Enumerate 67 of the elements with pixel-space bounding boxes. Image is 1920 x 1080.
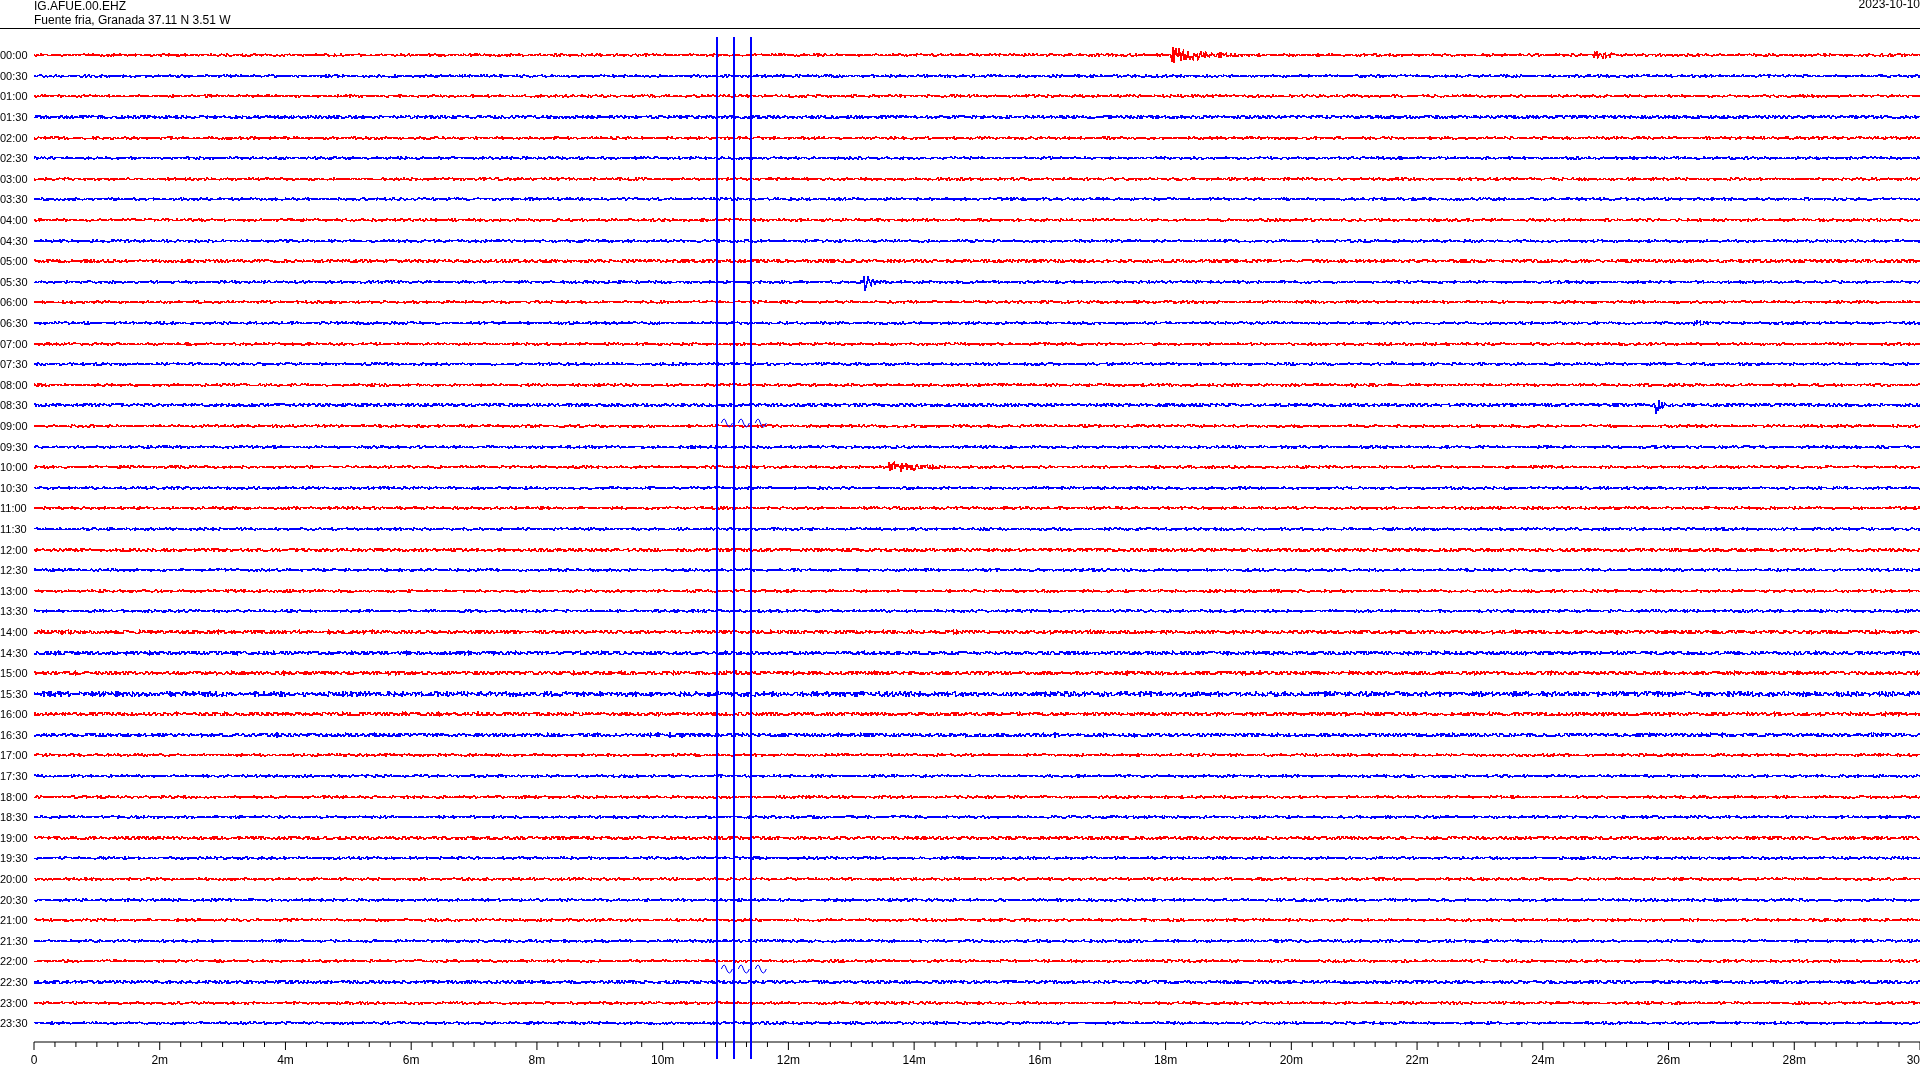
time-label: 01:00 [0,90,29,103]
axis-label: 16m [1028,1052,1052,1067]
time-label: 22:30 [0,976,29,988]
time-label: 07:00 [0,337,29,350]
time-label: 12:30 [0,564,29,577]
axis-label: 18m [1153,1052,1178,1067]
time-label: 00:30 [0,69,29,82]
time-label: 09:00 [0,420,29,432]
time-label: 10:00 [0,461,29,474]
time-label: 19:00 [0,831,29,844]
time-label: 16:00 [0,708,29,721]
time-label: 11:00 [0,502,28,515]
time-label: 14:30 [0,646,29,659]
time-label: 11:30 [0,522,28,535]
axis-label: 2m [151,1052,169,1067]
time-label: 07:30 [0,358,29,371]
time-label: 00:00 [0,49,29,62]
time-label: 17:30 [0,770,29,783]
time-label: 21:00 [0,914,29,927]
time-label: 05:30 [0,275,29,288]
time-label: 14:00 [0,625,29,638]
time-label: 17:00 [0,749,29,762]
time-label: 08:00 [0,378,29,391]
time-label: 15:30 [0,687,29,700]
axis-label: 22m [1405,1052,1429,1067]
time-label: 03:00 [0,172,29,185]
time-label: 20:30 [0,893,29,906]
time-label: 06:30 [0,317,29,329]
time-label: 19:30 [0,852,29,865]
time-label: 01:30 [0,111,29,124]
record-date: 2023-10-10 [1858,0,1920,13]
axis-label: 6m [402,1052,420,1067]
axis-label: 24m [1531,1052,1555,1067]
time-label: 03:30 [0,193,29,206]
time-label: 18:00 [0,790,29,803]
time-label: 04:30 [0,234,29,247]
time-label: 20:00 [0,873,29,886]
time-label: 09:30 [0,440,29,453]
axis-label: 8m [528,1052,546,1067]
time-label: 21:30 [0,934,29,947]
time-label: 06:00 [0,296,29,309]
time-label: 15:00 [0,667,29,680]
time-label: 16:30 [0,728,29,741]
time-label: 13:00 [0,584,29,597]
axis-label: 4m [277,1052,294,1067]
time-label: 02:30 [0,152,29,165]
time-label: 13:30 [0,605,29,618]
axis-label: 0 [30,1052,38,1067]
time-label: 12:00 [0,543,29,556]
time-label: 22:00 [0,955,29,968]
time-label: 05:00 [0,255,29,268]
time-label: 08:30 [0,399,29,412]
time-label: 23:00 [0,996,29,1009]
time-label: 04:00 [0,214,29,227]
time-label: 18:30 [0,811,29,824]
time-label: 23:30 [0,1017,29,1030]
station-code: IG.AFUE.00.EHZ [34,0,128,13]
time-label: 10:30 [0,481,29,494]
axis-label: 12m [776,1052,801,1067]
axis-label: 26m [1656,1052,1681,1067]
axis-label: 28m [1782,1052,1806,1067]
time-label: 02:00 [0,131,29,144]
axis-label: 10m [651,1052,675,1067]
station-location: Fuente fria, Granada 37.11 N 3.51 W [34,13,231,27]
axis-label: 14m [902,1052,926,1067]
axis-label: 20m [1279,1052,1303,1067]
axis-label: 30 [1906,1052,1920,1067]
